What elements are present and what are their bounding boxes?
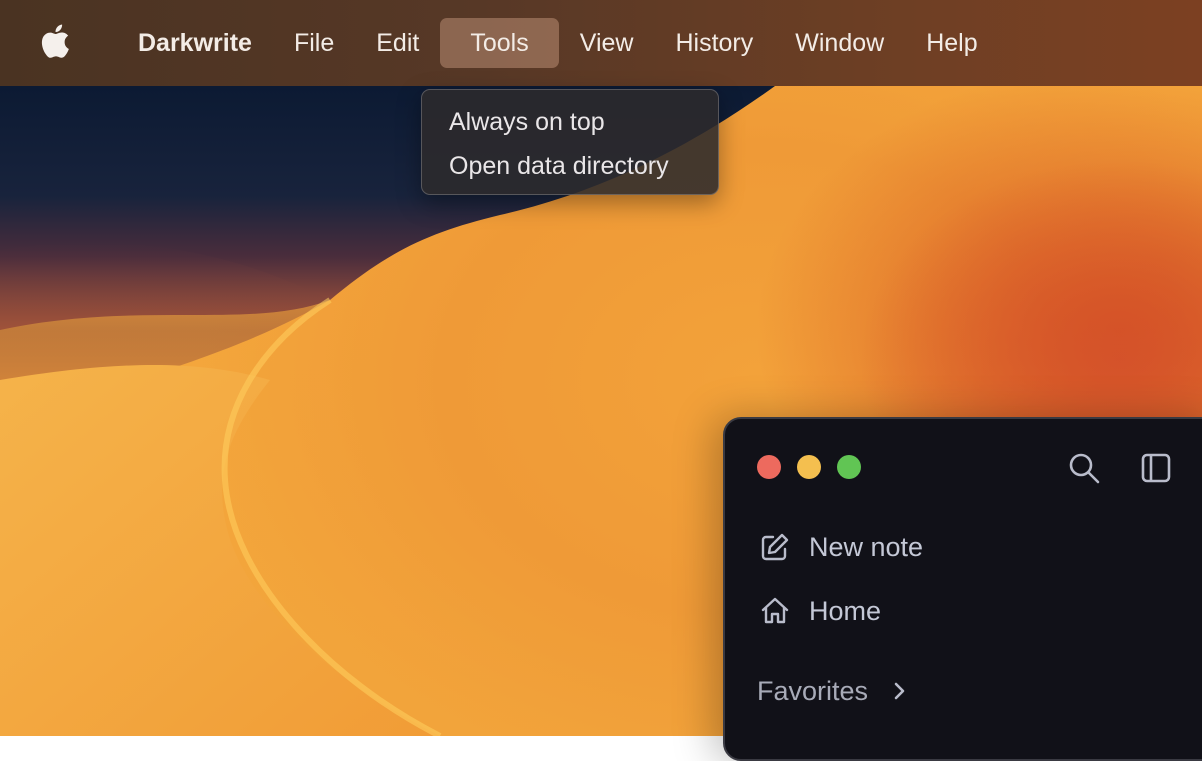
menu-item-always-on-top[interactable]: Always on top — [422, 100, 718, 144]
apple-logo-icon[interactable] — [40, 24, 70, 58]
menu-bar: Darkwrite File Edit Tools View History W… — [0, 0, 1202, 86]
menu-history[interactable]: History — [654, 18, 774, 68]
menu-help[interactable]: Help — [905, 18, 998, 68]
menu-item-open-data-directory[interactable]: Open data directory — [422, 144, 718, 188]
window-minimize-button[interactable] — [797, 455, 821, 479]
menu-app-name[interactable]: Darkwrite — [108, 18, 273, 68]
favorites-label: Favorites — [757, 675, 869, 706]
nav-new-note[interactable]: New note — [759, 527, 923, 567]
window-maximize-button[interactable] — [837, 455, 861, 479]
window-close-button[interactable] — [757, 455, 781, 479]
nav-new-note-label: New note — [809, 531, 924, 562]
nav-home-label: Home — [809, 595, 882, 626]
favorites-section-toggle[interactable]: Favorites — [757, 671, 910, 711]
home-icon — [761, 597, 789, 624]
search-icon[interactable] — [1067, 451, 1101, 485]
chevron-right-icon — [894, 682, 905, 700]
menu-view[interactable]: View — [559, 18, 655, 68]
pencil-square-icon — [761, 533, 789, 561]
tools-dropdown-menu: Always on top Open data directory — [421, 89, 719, 195]
menu-file[interactable]: File — [273, 18, 355, 68]
menu-edit[interactable]: Edit — [355, 18, 440, 68]
sidebar-toggle-icon[interactable] — [1139, 451, 1173, 485]
menu-tools[interactable]: Tools — [440, 18, 559, 68]
darkwrite-window: New note Home Favorites — [723, 417, 1202, 761]
nav-home[interactable]: Home — [759, 591, 881, 631]
menu-window[interactable]: Window — [774, 18, 905, 68]
